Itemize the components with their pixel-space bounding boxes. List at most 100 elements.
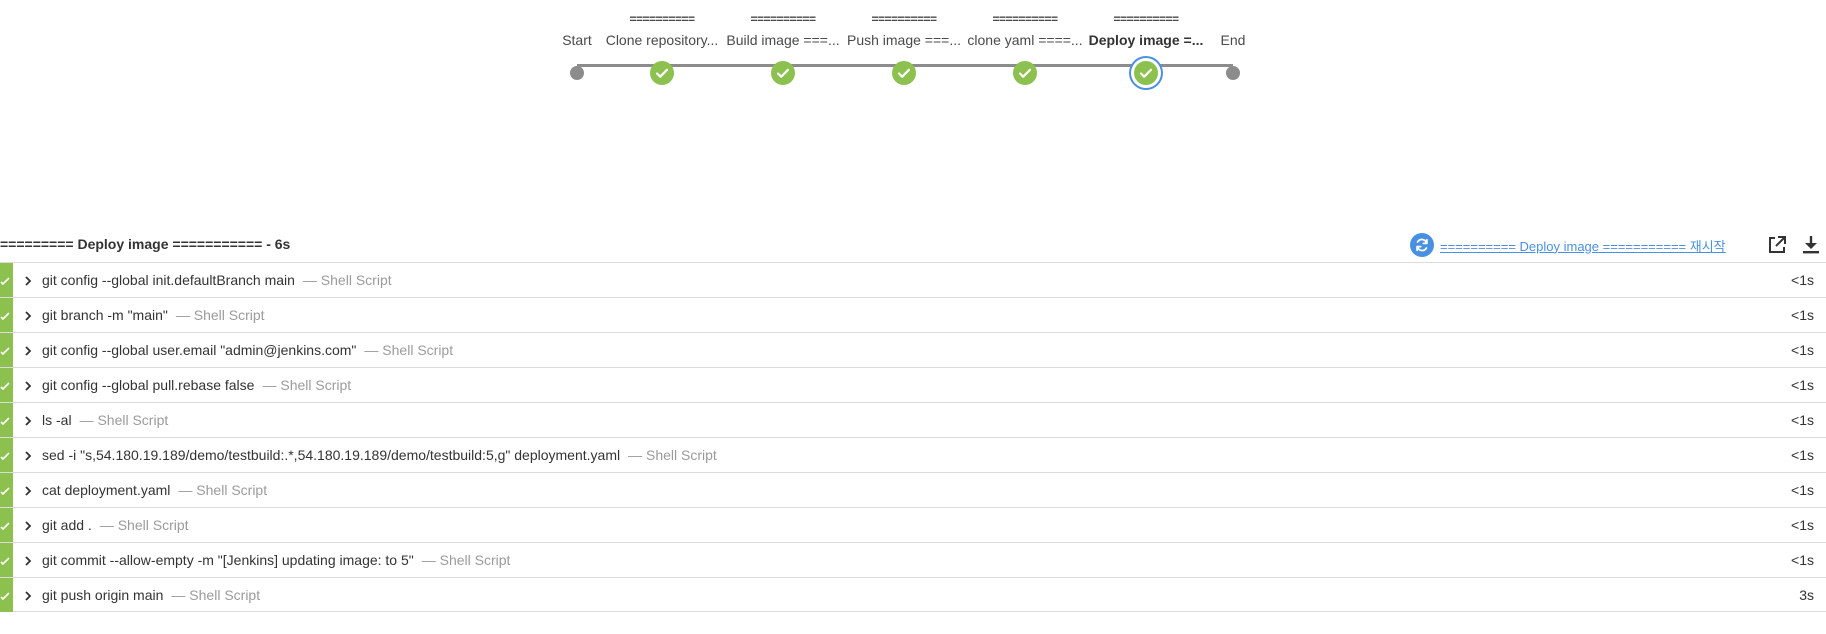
- success-check-icon[interactable]: [650, 61, 674, 85]
- stage-name: Clone repository...: [605, 32, 719, 48]
- step-row[interactable]: git config --global init.defaultBranch m…: [0, 262, 1826, 297]
- step-command[interactable]: cat deployment.yaml — Shell Script: [42, 482, 267, 498]
- start-node-icon: [570, 66, 584, 80]
- step-row[interactable]: sed -i "s,54.180.19.189/demo/testbuild:.…: [0, 437, 1826, 472]
- stage-top-label: ==========: [992, 12, 1058, 26]
- step-type: — Shell Script: [178, 482, 268, 498]
- step-row[interactable]: git config --global pull.rebase false — S…: [0, 367, 1826, 402]
- step-type: — Shell Script: [364, 342, 454, 358]
- download-icon[interactable]: [1800, 234, 1822, 256]
- chevron-right-icon[interactable]: [22, 484, 34, 496]
- step-command-text: cat deployment.yaml: [42, 482, 171, 498]
- step-duration: <1s: [1791, 482, 1814, 498]
- chevron-right-icon[interactable]: [22, 309, 34, 321]
- success-status-bar: [0, 438, 13, 472]
- stage-name: End: [1220, 32, 1246, 48]
- step-list: git config --global init.defaultBranch m…: [0, 262, 1826, 612]
- stage-end[interactable]: End: [1168, 0, 1298, 88]
- chevron-right-icon[interactable]: [22, 589, 34, 601]
- step-type: — Shell Script: [99, 517, 189, 533]
- step-row[interactable]: git commit --allow-empty -m "[Jenkins] u…: [0, 542, 1826, 577]
- step-duration: <1s: [1791, 377, 1814, 393]
- step-type: — Shell Script: [628, 447, 717, 463]
- log-title: ========= Deploy image =========== - 6s: [0, 236, 291, 252]
- step-command[interactable]: git add . — Shell Script: [42, 517, 189, 533]
- success-status-bar: [0, 368, 13, 402]
- stage-top-label: ==========: [871, 12, 937, 26]
- stage-name: Push image ===...: [846, 32, 962, 48]
- step-command-text: git add .: [42, 517, 92, 533]
- step-duration: <1s: [1791, 307, 1814, 323]
- step-type: — Shell Script: [302, 272, 392, 288]
- step-type: — Shell Script: [171, 587, 261, 603]
- step-row[interactable]: ls -al — Shell Script <1s: [0, 402, 1826, 437]
- step-command-text: ls -al: [42, 412, 72, 428]
- stage-clone-yaml[interactable]: ========== clone yaml ====...: [960, 0, 1090, 88]
- success-status-bar: [0, 298, 13, 332]
- step-command-text: git branch -m "main": [42, 307, 168, 323]
- step-command[interactable]: git push origin main — Shell Script: [42, 587, 260, 603]
- success-status-bar: [0, 333, 13, 367]
- log-header: ========= Deploy image =========== - 6s …: [0, 232, 1826, 262]
- stage-push-image[interactable]: ========== Push image ===...: [839, 0, 969, 88]
- step-duration: <1s: [1791, 517, 1814, 533]
- step-duration: <1s: [1791, 552, 1814, 568]
- pipeline-graph: Start ========== Clone repository... ===…: [0, 0, 1826, 90]
- success-status-bar: [0, 578, 13, 612]
- success-status-bar: [0, 508, 13, 542]
- chevron-right-icon[interactable]: [22, 344, 34, 356]
- stage-build-image[interactable]: ========== Build image ===...: [718, 0, 848, 88]
- step-row[interactable]: git branch -m "main" — Shell Script <1s: [0, 297, 1826, 332]
- success-check-icon[interactable]: [1013, 61, 1037, 85]
- step-command-text: git config --global user.email "admin@je…: [42, 342, 357, 358]
- step-type: — Shell Script: [262, 377, 352, 393]
- step-command-text: git config --global pull.rebase false: [42, 377, 255, 393]
- stage-name: clone yaml ====...: [967, 32, 1083, 48]
- success-status-bar: [0, 543, 13, 577]
- stage-top-label: ==========: [629, 12, 695, 26]
- step-command[interactable]: git config --global init.defaultBranch m…: [42, 272, 392, 288]
- step-command[interactable]: git config --global user.email "admin@je…: [42, 342, 453, 358]
- success-check-icon[interactable]: [1134, 61, 1158, 85]
- success-check-icon[interactable]: [892, 61, 916, 85]
- chevron-right-icon[interactable]: [22, 554, 34, 566]
- step-type: — Shell Script: [79, 412, 169, 428]
- step-duration: <1s: [1791, 447, 1814, 463]
- step-type: — Shell Script: [175, 307, 265, 323]
- restart-icon[interactable]: [1410, 233, 1434, 257]
- chevron-right-icon[interactable]: [22, 449, 34, 461]
- success-status-bar: [0, 473, 13, 507]
- success-check-icon[interactable]: [771, 61, 795, 85]
- step-command[interactable]: git branch -m "main" — Shell Script: [42, 307, 265, 323]
- step-command[interactable]: git config --global pull.rebase false — S…: [42, 377, 351, 393]
- stage-top-label: ==========: [750, 12, 816, 26]
- step-type: — Shell Script: [421, 552, 511, 568]
- end-node-icon: [1226, 66, 1240, 80]
- chevron-right-icon[interactable]: [22, 414, 34, 426]
- restart-label[interactable]: ========== Deploy image =========== 재시작: [1440, 236, 1726, 255]
- external-link-icon[interactable]: [1766, 234, 1788, 256]
- step-command[interactable]: git commit --allow-empty -m "[Jenkins] u…: [42, 552, 510, 568]
- step-row[interactable]: git config --global user.email "admin@je…: [0, 332, 1826, 367]
- chevron-right-icon[interactable]: [22, 379, 34, 391]
- step-row[interactable]: cat deployment.yaml — Shell Script <1s: [0, 472, 1826, 507]
- success-status-bar: [0, 263, 13, 297]
- chevron-right-icon[interactable]: [22, 274, 34, 286]
- step-duration: 3s: [1799, 587, 1814, 603]
- stage-clone-repository[interactable]: ========== Clone repository...: [597, 0, 727, 88]
- step-command-text: git commit --allow-empty -m "[Jenkins] u…: [42, 552, 414, 568]
- step-duration: <1s: [1791, 342, 1814, 358]
- step-command-text: sed -i "s,54.180.19.189/demo/testbuild:.…: [42, 447, 621, 463]
- stage-name: Build image ===...: [726, 32, 840, 48]
- step-row[interactable]: git add . — Shell Script <1s: [0, 507, 1826, 542]
- step-duration: <1s: [1791, 272, 1814, 288]
- step-command[interactable]: sed -i "s,54.180.19.189/demo/testbuild:.…: [42, 447, 717, 463]
- step-command-text: git config --global init.defaultBranch m…: [42, 272, 295, 288]
- step-command[interactable]: ls -al — Shell Script: [42, 412, 168, 428]
- stage-top-label: [1168, 0, 1298, 22]
- step-duration: <1s: [1791, 412, 1814, 428]
- success-status-bar: [0, 403, 13, 437]
- restart-stage-link[interactable]: ========== Deploy image =========== 재시작: [1410, 232, 1726, 258]
- step-row[interactable]: git push origin main — Shell Script 3s: [0, 577, 1826, 612]
- chevron-right-icon[interactable]: [22, 519, 34, 531]
